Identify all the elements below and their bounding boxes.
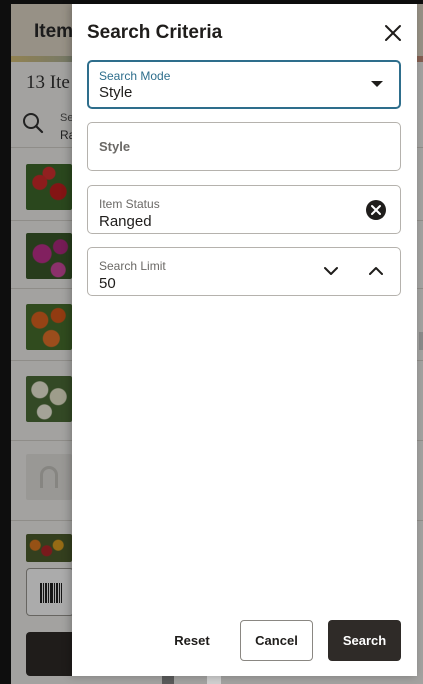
bottom-mark [207, 676, 221, 684]
item-status-label: Item Status [99, 197, 160, 211]
search-limit-value: 50 [99, 275, 116, 292]
chevron-down-icon[interactable] [324, 266, 338, 276]
search-limit-stepper[interactable]: Search Limit 50 [87, 247, 401, 296]
search-criteria-drawer: Search Criteria Search Mode Style Style … [72, 4, 417, 676]
drawer-title: Search Criteria [87, 22, 223, 43]
search-mode-label: Search Mode [99, 69, 171, 83]
search-mode-select[interactable]: Search Mode Style [87, 60, 401, 109]
close-icon[interactable] [382, 22, 404, 44]
chevron-up-icon[interactable] [369, 266, 383, 276]
search-limit-label: Search Limit [99, 259, 166, 273]
search-mode-value: Style [99, 84, 133, 101]
cancel-button[interactable]: Cancel [240, 620, 313, 661]
clear-icon[interactable] [365, 199, 387, 221]
caret-down-icon[interactable] [370, 79, 384, 89]
style-input[interactable]: Style [87, 122, 401, 171]
scroll-handle [419, 332, 423, 350]
bottom-mark [162, 676, 174, 684]
reset-button[interactable]: Reset [162, 620, 222, 661]
item-status-value: Ranged [99, 213, 152, 230]
item-status-select[interactable]: Item Status Ranged [87, 185, 401, 234]
style-placeholder: Style [99, 139, 131, 154]
search-button[interactable]: Search [328, 620, 401, 661]
